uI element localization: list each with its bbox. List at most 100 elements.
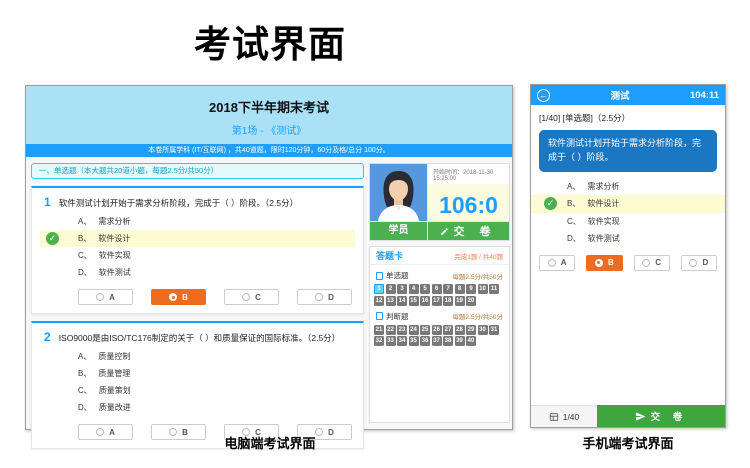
question-tile-13[interactable]: 13	[386, 296, 396, 306]
card-section-name: 单选题	[376, 270, 409, 281]
option-text: 软件测试	[99, 268, 131, 277]
answer-button-A[interactable]: A	[78, 289, 133, 305]
question-tile-23[interactable]: 23	[397, 325, 407, 335]
option-row-D[interactable]: D、软件测试	[531, 230, 725, 248]
section-score-info: 每题2.5分/共50分	[452, 311, 503, 321]
option-label: C、	[78, 386, 92, 395]
question-tile-19[interactable]: 19	[455, 296, 465, 306]
check-icon: ✓	[46, 232, 59, 245]
option-label: A、	[567, 182, 580, 191]
question-tile-21[interactable]: 21	[374, 325, 384, 335]
question-tile-14[interactable]: 14	[397, 296, 407, 306]
question-tile-26[interactable]: 26	[432, 325, 442, 335]
answer-button-C[interactable]: C	[224, 289, 279, 305]
question-tile-8[interactable]: 8	[455, 284, 465, 294]
option-row-C[interactable]: C、质量策划	[40, 382, 355, 399]
question-tile-38[interactable]: 38	[443, 336, 453, 346]
option-row-D[interactable]: D、软件测试	[40, 264, 355, 281]
question-card: 2ISO9000是由ISO/TC176制定的关于（ ）和质量保证的国际标准。（2…	[31, 321, 364, 449]
option-row-B[interactable]: B、质量管理	[40, 365, 355, 382]
question-tile-33[interactable]: 33	[386, 336, 396, 346]
option-row-B[interactable]: ✓B、软件设计	[531, 195, 725, 213]
question-tile-6[interactable]: 6	[432, 284, 442, 294]
question-tile-17[interactable]: 17	[432, 296, 442, 306]
desktop-exam-panel: 2018下半年期末考试 第1场 - 《测试》 本卷所属学科 (IT/互联网) ，…	[25, 85, 513, 430]
question-tile-3[interactable]: 3	[397, 284, 407, 294]
question-tile-25[interactable]: 25	[420, 325, 430, 335]
answer-button-C[interactable]: C	[634, 255, 670, 271]
exam-header: 2018下半年期末考试 第1场 - 《测试》	[26, 86, 512, 144]
desktop-caption: 电脑端考试界面	[25, 433, 515, 452]
option-row-A[interactable]: A、需求分析	[531, 178, 725, 196]
mobile-exam-panel: ← 测试 104:11 [1/40] [单选题]（2.5分） 软件测试计划开始于…	[530, 84, 726, 428]
option-label: A、	[78, 217, 91, 226]
mobile-submit-button[interactable]: 交 卷	[597, 405, 725, 427]
option-label: B、	[78, 369, 91, 378]
question-tile-9[interactable]: 9	[466, 284, 476, 294]
paper-plane-icon	[635, 411, 646, 422]
mobile-bottom-bar: 1/40 交 卷	[531, 405, 725, 427]
question-tile-27[interactable]: 27	[443, 325, 453, 335]
question-tile-34[interactable]: 34	[397, 336, 407, 346]
answer-button-D[interactable]: D	[681, 255, 717, 271]
question-tile-16[interactable]: 16	[420, 296, 430, 306]
exam-info-banner: 本卷所属学科 (IT/互联网) ，共40道题，限时120分钟，60分及格/总分 …	[26, 144, 512, 157]
question-tile-39[interactable]: 39	[455, 336, 465, 346]
option-text: 需求分析	[98, 217, 130, 226]
question-tile-30[interactable]: 30	[478, 325, 488, 335]
mobile-answer-buttons: ABCD	[539, 255, 717, 271]
option-row-C[interactable]: C、软件实现	[40, 247, 355, 264]
mobile-answer-card-button[interactable]: 1/40	[531, 405, 597, 427]
question-tile-12[interactable]: 12	[374, 296, 384, 306]
answer-button-B[interactable]: B	[151, 289, 206, 305]
page-title: 考试界面	[25, 14, 515, 68]
radio-icon	[169, 293, 177, 301]
answer-button-B[interactable]: B	[586, 255, 622, 271]
option-row-B[interactable]: ✓B、软件设计	[40, 230, 355, 247]
question-tile-5[interactable]: 5	[420, 284, 430, 294]
question-tile-7[interactable]: 7	[443, 284, 453, 294]
question-tile-22[interactable]: 22	[386, 325, 396, 335]
option-row-C[interactable]: C、软件实现	[531, 213, 725, 231]
submit-pen-icon	[440, 227, 449, 236]
option-label: A、	[78, 352, 91, 361]
question-tile-24[interactable]: 24	[409, 325, 419, 335]
question-tile-28[interactable]: 28	[455, 325, 465, 335]
back-icon[interactable]: ←	[537, 89, 550, 102]
question-tile-2[interactable]: 2	[386, 284, 396, 294]
card-section-header: 单选题每题2.5分/共50分	[370, 265, 509, 284]
question-tile-32[interactable]: 32	[374, 336, 384, 346]
question-tile-31[interactable]: 31	[489, 325, 499, 335]
option-text: 软件设计	[98, 234, 130, 243]
submit-exam-button[interactable]: 交 卷	[428, 222, 509, 240]
option-row-D[interactable]: D、质量改进	[40, 399, 355, 416]
option-text: 软件实现	[588, 217, 620, 226]
mobile-exam-title: 测试	[550, 88, 690, 102]
check-icon: ✓	[544, 197, 557, 210]
question-tile-10[interactable]: 10	[478, 284, 488, 294]
question-text: ISO9000是由ISO/TC176制定的关于（ ）和质量保证的国际标准。（2.…	[59, 333, 341, 343]
exam-body: 一、单选题（本大题共20道小题，每题2.5分/共50分） 1软件测试计划开始于需…	[26, 157, 512, 429]
option-text: 质量管理	[98, 369, 130, 378]
answer-button-D[interactable]: D	[297, 289, 352, 305]
question-tile-37[interactable]: 37	[432, 336, 442, 346]
question-tile-40[interactable]: 40	[466, 336, 476, 346]
question-tile-36[interactable]: 36	[420, 336, 430, 346]
question-tile-29[interactable]: 29	[466, 325, 476, 335]
question-tile-35[interactable]: 35	[409, 336, 419, 346]
question-tile-15[interactable]: 15	[409, 296, 419, 306]
question-tile-20[interactable]: 20	[466, 296, 476, 306]
question-tile-4[interactable]: 4	[409, 284, 419, 294]
question-tile-11[interactable]: 11	[489, 284, 499, 294]
option-row-A[interactable]: A、质量控制	[40, 348, 355, 365]
answer-buttons: A B C D	[78, 289, 355, 305]
mobile-submit-label: 交 卷	[651, 409, 688, 423]
option-row-A[interactable]: A、需求分析	[40, 213, 355, 230]
exam-session-subtitle: 第1场 - 《测试》	[26, 122, 512, 137]
answer-button-A[interactable]: A	[539, 255, 575, 271]
radio-icon	[642, 259, 650, 267]
question-tile-18[interactable]: 18	[443, 296, 453, 306]
question-tile-1[interactable]: 1	[374, 284, 384, 294]
option-label: B、	[567, 199, 580, 208]
mobile-spacer	[531, 278, 725, 405]
